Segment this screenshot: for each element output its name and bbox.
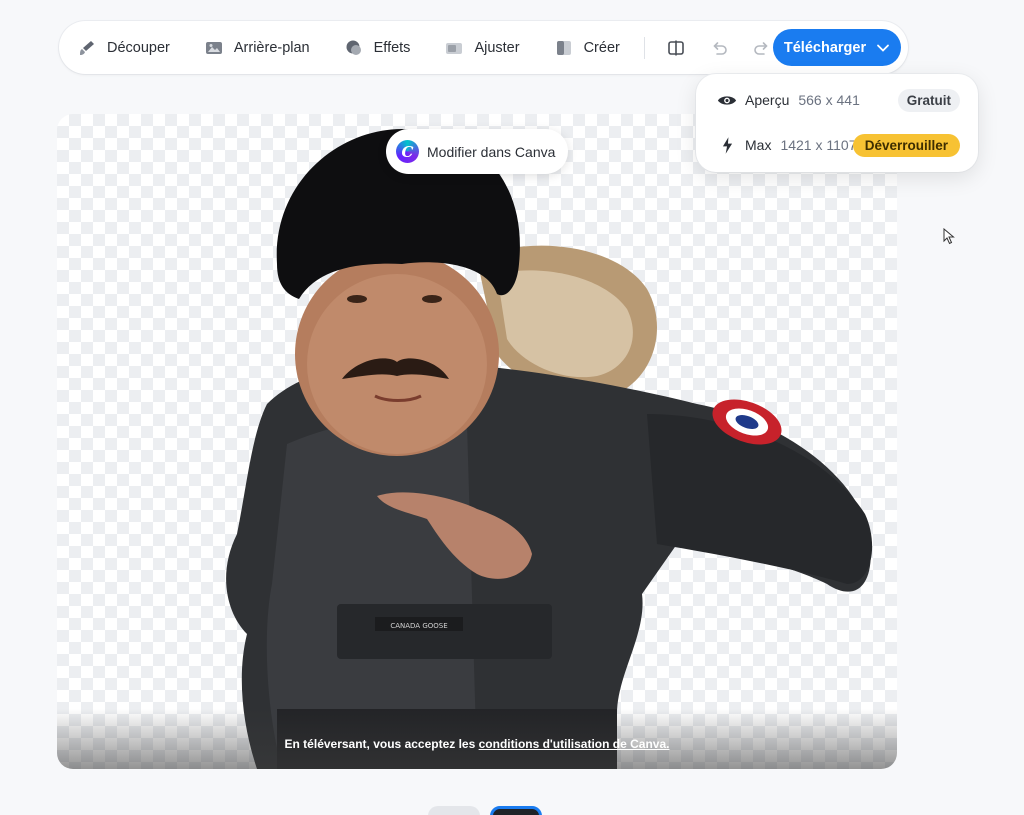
thumbnail-cutout[interactable]: [490, 806, 542, 815]
redo-icon: [754, 41, 768, 55]
edit-in-canva-label: Modifier dans Canva: [427, 143, 556, 160]
terms-prefix: En téléversant, vous acceptez les: [284, 737, 479, 751]
tool-ajuster[interactable]: Ajuster: [442, 30, 521, 66]
download-option-max[interactable]: Max 1421 x 1107 Déverrouiller: [716, 132, 960, 158]
create-icon: [556, 40, 571, 55]
max-label: Max: [745, 137, 772, 153]
preview-dimensions: 566 x 441: [798, 92, 860, 108]
editor-toolbar: Découper Arrière-plan Effets Ajuster Cré…: [59, 21, 908, 74]
image-background-icon: [205, 41, 222, 54]
tool-label: Arrière-plan: [233, 39, 310, 56]
tool-effets[interactable]: Effets: [342, 30, 413, 66]
toolbar-divider: [643, 36, 645, 59]
terms-link[interactable]: conditions d'utilisation de Canva.: [479, 737, 670, 751]
terms-notice: En téléversant, vous acceptez les condit…: [57, 737, 897, 751]
jacket-logo-text: CANADA GOOSE: [390, 622, 447, 630]
undo-icon: [713, 41, 727, 55]
cutout-subject-image: CANADA GOOSE: [226, 129, 873, 769]
download-label: Télécharger: [783, 39, 867, 56]
adjust-icon: [446, 42, 463, 54]
max-dimensions: 1421 x 1107: [780, 137, 857, 153]
tool-creer[interactable]: Créer: [552, 30, 622, 66]
variant-thumbnails: [428, 806, 542, 815]
free-badge: Gratuit: [897, 88, 960, 112]
image-canvas: CANADA GOOSE En téléversant, vous accept…: [57, 114, 897, 769]
bolt-icon: [716, 135, 738, 155]
brush-icon: [80, 40, 94, 55]
download-dropdown: Aperçu 566 x 441 Gratuit Max 1421 x 1107…: [696, 74, 978, 172]
tool-arriere-plan[interactable]: Arrière-plan: [202, 30, 312, 66]
eye-icon: [716, 90, 738, 110]
compare-button[interactable]: [661, 33, 691, 63]
tool-decouper[interactable]: Découper: [75, 30, 172, 66]
download-button[interactable]: Télécharger: [773, 29, 901, 66]
download-option-preview[interactable]: Aperçu 566 x 441 Gratuit: [716, 87, 960, 113]
tool-label: Ajuster: [474, 39, 520, 56]
thumbnail-original[interactable]: [428, 806, 480, 815]
effects-icon: [346, 40, 361, 55]
tool-label: Découper: [107, 39, 170, 56]
tool-label: Créer: [583, 39, 620, 56]
chevron-down-icon: [877, 44, 890, 52]
compare-icon: [668, 40, 684, 55]
edit-in-canva-button[interactable]: C Modifier dans Canva: [386, 129, 568, 174]
unlock-badge[interactable]: Déverrouiller: [852, 133, 960, 157]
mouse-pointer-icon: [943, 228, 955, 245]
preview-label: Aperçu: [745, 92, 790, 108]
canva-logo-icon: C: [396, 140, 419, 163]
tool-label: Effets: [373, 39, 411, 56]
undo-button[interactable]: [704, 33, 734, 63]
